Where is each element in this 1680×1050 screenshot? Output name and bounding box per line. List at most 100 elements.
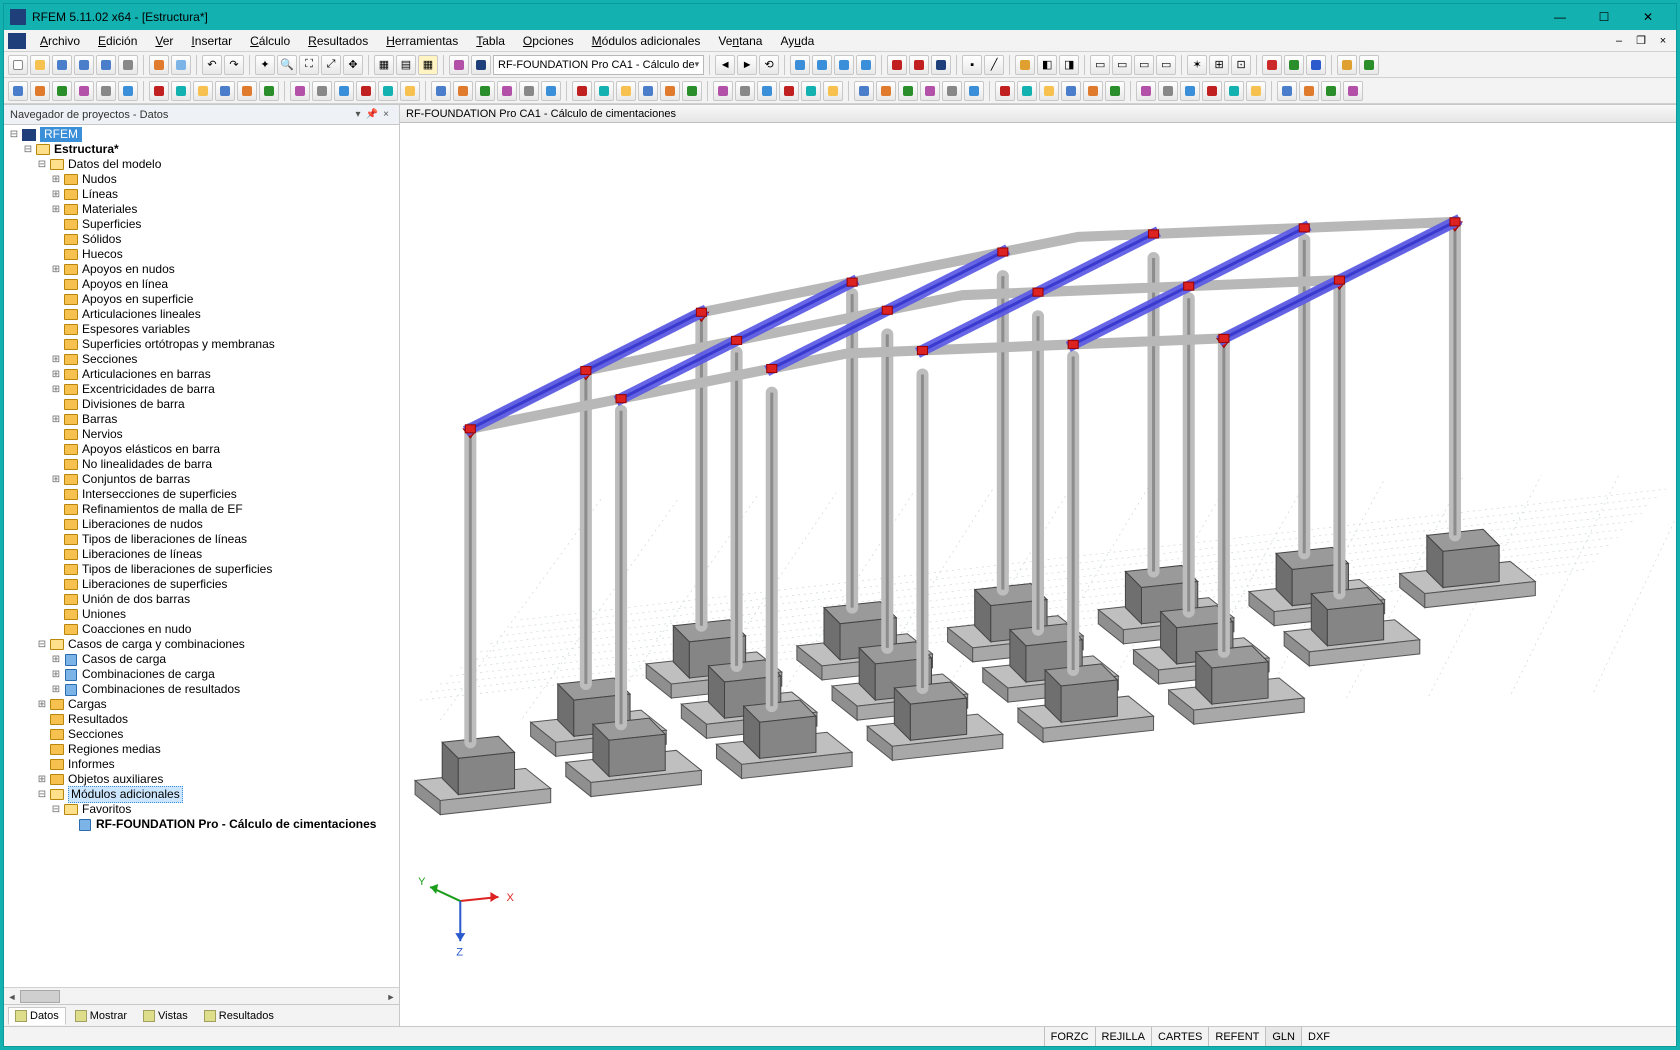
node-icon[interactable]: ▪ [962, 55, 982, 75]
calc-icon[interactable] [449, 55, 469, 75]
tree-item[interactable]: RF-FOUNDATION Pro - Cálculo de cimentaci… [8, 817, 399, 832]
tree-item[interactable]: Espesores variables [8, 322, 399, 337]
toolbar2-button-0[interactable] [8, 81, 28, 101]
module-launcher-icon[interactable] [471, 55, 491, 75]
tree-item[interactable]: Tipos de liberaciones de líneas [8, 532, 399, 547]
tree-item[interactable]: ⊟RFEM [8, 127, 399, 142]
zoomwin-icon[interactable]: ⛶ [299, 55, 319, 75]
toolbar2-button-7[interactable] [171, 81, 191, 101]
toolbar2-button-25[interactable] [594, 81, 614, 101]
tab-vistas[interactable]: Vistas [136, 1007, 195, 1025]
toolbar2-button-46[interactable] [1083, 81, 1103, 101]
menu-edicion[interactable]: Edición [90, 32, 145, 50]
tree-item[interactable]: Resultados [8, 712, 399, 727]
zoom-icon[interactable]: 🔍 [277, 55, 297, 75]
save-icon[interactable] [52, 55, 72, 75]
tree-item[interactable]: Informes [8, 757, 399, 772]
toolbar2-button-15[interactable] [356, 81, 376, 101]
nav-prev-icon[interactable]: ◄ [715, 55, 735, 75]
tree-item[interactable]: ⊞Conjuntos de barras [8, 472, 399, 487]
toolbar2-button-50[interactable] [1180, 81, 1200, 101]
toolbar2-button-52[interactable] [1224, 81, 1244, 101]
minimize-button[interactable]: — [1538, 4, 1582, 30]
toolbar2-button-20[interactable] [475, 81, 495, 101]
pick3-icon[interactable] [931, 55, 951, 75]
menu-archivo[interactable]: Archivo [32, 32, 88, 50]
maximize-button[interactable]: ☐ [1582, 4, 1626, 30]
module-combo[interactable]: RF-FOUNDATION Pro CA1 - Cálculo de▾ [493, 55, 704, 75]
toolbar2-button-31[interactable] [735, 81, 755, 101]
new-icon[interactable] [8, 55, 28, 75]
tree-item[interactable]: No linealidades de barra [8, 457, 399, 472]
tree-item[interactable]: ⊟Datos del modelo [8, 157, 399, 172]
project-icon[interactable] [149, 55, 169, 75]
open-icon[interactable] [30, 55, 50, 75]
status-dxf[interactable]: DXF [1301, 1027, 1336, 1046]
tree-item[interactable]: Superficies ortótropas y membranas [8, 337, 399, 352]
block-icon[interactable] [171, 55, 191, 75]
wand-icon[interactable]: ✦ [255, 55, 275, 75]
panel-close-icon[interactable]: × [379, 109, 393, 120]
menu-herramientas[interactable]: Herramientas [378, 32, 466, 50]
tree-item[interactable]: ⊞Líneas [8, 187, 399, 202]
tree-item[interactable]: ⊞Articulaciones en barras [8, 367, 399, 382]
toolbar2-button-37[interactable] [876, 81, 896, 101]
toolbar2-button-19[interactable] [453, 81, 473, 101]
snap-icon[interactable]: ⊡ [1231, 55, 1251, 75]
tree-item[interactable]: Regiones medias [8, 742, 399, 757]
tree-item[interactable]: Secciones [8, 727, 399, 742]
tree-item[interactable]: Liberaciones de líneas [8, 547, 399, 562]
toolbar2-button-38[interactable] [898, 81, 918, 101]
toolbar2-button-24[interactable] [572, 81, 592, 101]
toolbar2-button-45[interactable] [1061, 81, 1081, 101]
tree-hscrollbar[interactable]: ◄► [4, 987, 399, 1004]
menu-tabla[interactable]: Tabla [468, 32, 513, 50]
tables-icon[interactable]: ▤ [396, 55, 416, 75]
toolbar2-button-51[interactable] [1202, 81, 1222, 101]
loads-icon[interactable] [1015, 55, 1035, 75]
tree-item[interactable]: Articulaciones lineales [8, 307, 399, 322]
toolbar2-button-2[interactable] [52, 81, 72, 101]
tab-resultados[interactable]: Resultados [197, 1007, 281, 1025]
toolbar2-button-36[interactable] [854, 81, 874, 101]
tab-mostrar[interactable]: Mostrar [68, 1007, 134, 1025]
toolbar2-button-17[interactable] [400, 81, 420, 101]
tree-item[interactable]: Apoyos en línea [8, 277, 399, 292]
toolbar2-button-49[interactable] [1158, 81, 1178, 101]
toolbar2-button-53[interactable] [1246, 81, 1266, 101]
toolbar2-button-27[interactable] [638, 81, 658, 101]
toolbar2-button-34[interactable] [801, 81, 821, 101]
grid-icon[interactable]: ▦ [374, 55, 394, 75]
info-icon[interactable]: ▦ [418, 55, 438, 75]
tree-item[interactable]: ⊞Objetos auxiliares [8, 772, 399, 787]
toolbar2-button-35[interactable] [823, 81, 843, 101]
rotate-icon[interactable]: ⟲ [759, 55, 779, 75]
tree-item[interactable]: Uniones [8, 607, 399, 622]
mdi-icon[interactable] [8, 33, 26, 49]
toolbar2-button-3[interactable] [74, 81, 94, 101]
cad1-icon[interactable]: ▭ [1090, 55, 1110, 75]
tree-item[interactable]: ⊞Secciones [8, 352, 399, 367]
redo-icon[interactable]: ↷ [224, 55, 244, 75]
tree-item[interactable]: ⊞Materiales [8, 202, 399, 217]
toolbar2-button-39[interactable] [920, 81, 940, 101]
autohide-icon[interactable]: 📌 [365, 109, 379, 120]
toolbar2-button-9[interactable] [215, 81, 235, 101]
tree-item[interactable]: Liberaciones de nudos [8, 517, 399, 532]
tree-item[interactable]: Liberaciones de superficies [8, 577, 399, 592]
tree-item[interactable]: ⊞Combinaciones de resultados [8, 682, 399, 697]
line-icon[interactable]: ╱ [984, 55, 1004, 75]
tree-item[interactable]: ⊟Favoritos [8, 802, 399, 817]
menu-resultados[interactable]: Resultados [300, 32, 376, 50]
status-forzc[interactable]: FORZC [1044, 1027, 1095, 1046]
toolbar2-button-16[interactable] [378, 81, 398, 101]
toolbar2-button-23[interactable] [541, 81, 561, 101]
toolbar2-button-29[interactable] [682, 81, 702, 101]
export2-icon[interactable] [1284, 55, 1304, 75]
pick-icon[interactable] [887, 55, 907, 75]
toolbar2-button-22[interactable] [519, 81, 539, 101]
tree-item[interactable]: Sólidos [8, 232, 399, 247]
menu-ventana[interactable]: Ventana [710, 32, 770, 50]
saveas-icon[interactable] [96, 55, 116, 75]
status-cartes[interactable]: CARTES [1151, 1027, 1208, 1046]
